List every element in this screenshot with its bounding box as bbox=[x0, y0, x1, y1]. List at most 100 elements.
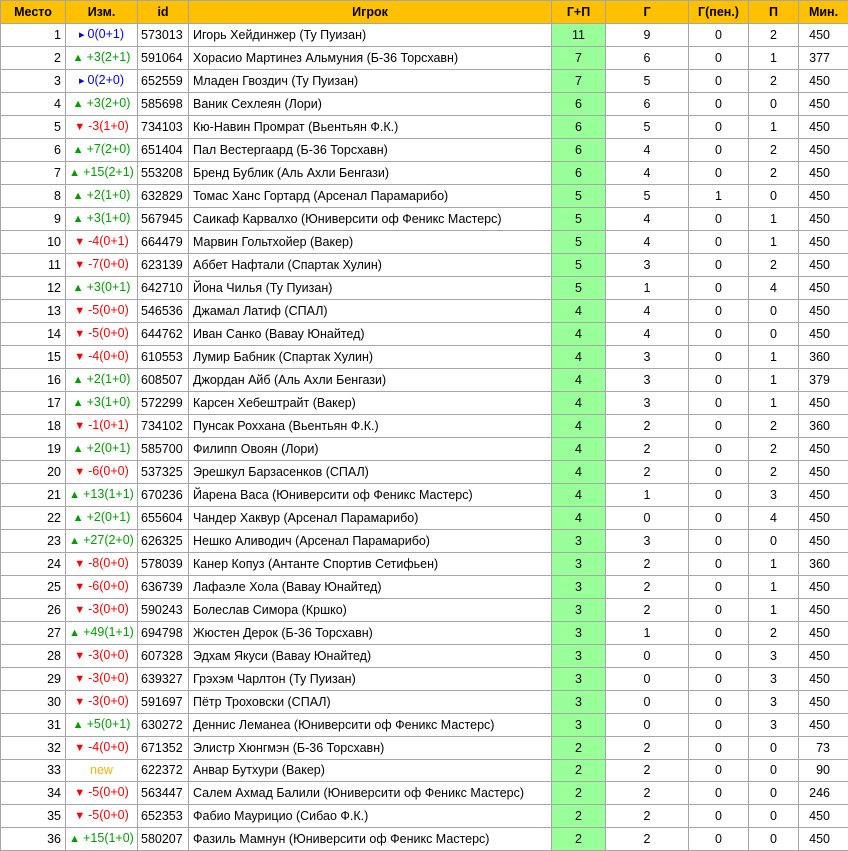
change-value: -4(0+0) bbox=[88, 349, 129, 363]
cell-goals-assists: 3 bbox=[552, 576, 606, 599]
cell-change: ▼ -6(0+0) bbox=[66, 576, 138, 599]
table-row[interactable]: 14▼ -5(0+0)644762Иван Санко (Вавау Юнайт… bbox=[1, 323, 848, 346]
arrow-up-icon: ▲ bbox=[73, 98, 87, 110]
table-row[interactable]: 18▼ -1(0+1)734102Пунсак Роххана (Вьентья… bbox=[1, 415, 848, 438]
table-row[interactable]: 33new622372Анвар Бутхури (Вакер)220090 bbox=[1, 760, 848, 782]
cell-minutes: 450 bbox=[799, 116, 848, 139]
cell-assists: 0 bbox=[749, 93, 799, 116]
cell-place: 29 bbox=[1, 668, 66, 691]
col-header-change[interactable]: Изм. bbox=[66, 1, 138, 24]
table-row[interactable]: 11▼ -7(0+0)623139Аббет Нафтали (Спартак … bbox=[1, 254, 848, 277]
change-indicator: ▼ -3(1+0) bbox=[74, 119, 129, 133]
cell-change: ▲ +3(0+1) bbox=[66, 277, 138, 300]
table-row[interactable]: 3▸ 0(2+0)652559Младен Гвоздич (Ту Пуизан… bbox=[1, 70, 848, 93]
cell-penalty-goals: 0 bbox=[689, 461, 749, 484]
cell-place: 3 bbox=[1, 70, 66, 93]
cell-player: Чандер Хаквур (Арсенал Парамарибо) bbox=[189, 507, 552, 530]
col-header-assists[interactable]: П bbox=[749, 1, 799, 24]
arrow-up-icon: ▲ bbox=[73, 144, 87, 156]
table-row[interactable]: 31▲ +5(0+1)630272Деннис Леманеа (Юниверс… bbox=[1, 714, 848, 737]
cell-penalty-goals: 0 bbox=[689, 162, 749, 185]
cell-player: Йарена Васа (Юниверсити оф Феникс Мастер… bbox=[189, 484, 552, 507]
cell-player: Фабио Маурицио (Сибао Ф.К.) bbox=[189, 805, 552, 828]
table-row[interactable]: 12▲ +3(0+1)642710Йона Чилья (Ту Пуизан)5… bbox=[1, 277, 848, 300]
cell-minutes: 246 bbox=[799, 782, 848, 805]
table-row[interactable]: 29▼ -3(0+0)639327Грэхэм Чарлтон (Ту Пуиз… bbox=[1, 668, 848, 691]
cell-id: 652559 bbox=[138, 70, 189, 93]
col-header-id[interactable]: id bbox=[138, 1, 189, 24]
table-row[interactable]: 32▼ -4(0+0)671352Элистр Хюнгмэн (Б-36 То… bbox=[1, 737, 848, 760]
table-row[interactable]: 19▲ +2(0+1)585700Филипп Овоян (Лори)4202… bbox=[1, 438, 848, 461]
table-row[interactable]: 4▲ +3(2+0)585698Ваник Сехлеян (Лори)6600… bbox=[1, 93, 848, 116]
change-value: +3(2+1) bbox=[87, 50, 131, 64]
cell-id: 585700 bbox=[138, 438, 189, 461]
change-indicator: ▲ +2(1+0) bbox=[73, 188, 131, 202]
cell-goals-assists: 3 bbox=[552, 622, 606, 645]
change-indicator: ▸ 0(0+1) bbox=[79, 27, 124, 41]
col-header-penalty-goals[interactable]: Г(пен.) bbox=[689, 1, 749, 24]
cell-player: Бренд Бублик (Аль Ахли Бенгази) bbox=[189, 162, 552, 185]
table-row[interactable]: 21▲ +13(1+1)670236Йарена Васа (Юниверсит… bbox=[1, 484, 848, 507]
cell-place: 27 bbox=[1, 622, 66, 645]
cell-assists: 1 bbox=[749, 346, 799, 369]
cell-assists: 0 bbox=[749, 805, 799, 828]
col-header-goals[interactable]: Г bbox=[606, 1, 689, 24]
cell-place: 31 bbox=[1, 714, 66, 737]
col-header-goals-assists[interactable]: Г+П bbox=[552, 1, 606, 24]
change-indicator: ▼ -7(0+0) bbox=[74, 257, 129, 271]
table-row[interactable]: 28▼ -3(0+0)607328Эдхам Якуси (Вавау Юнай… bbox=[1, 645, 848, 668]
cell-penalty-goals: 0 bbox=[689, 139, 749, 162]
table-row[interactable]: 5▼ -3(1+0)734103Кю-Навин Промрат (Вьенть… bbox=[1, 116, 848, 139]
cell-goals-assists: 4 bbox=[552, 438, 606, 461]
table-row[interactable]: 13▼ -5(0+0)546536Джамал Латиф (СПАЛ)4400… bbox=[1, 300, 848, 323]
col-header-minutes[interactable]: Мин. bbox=[799, 1, 848, 24]
cell-place: 24 bbox=[1, 553, 66, 576]
table-row[interactable]: 15▼ -4(0+0)610553Лумир Бабник (Спартак Х… bbox=[1, 346, 848, 369]
cell-player: Канер Копуз (Антанте Спортив Сетифьен) bbox=[189, 553, 552, 576]
table-row[interactable]: 17▲ +3(1+0)572299Карсен Хебештрайт (Ваке… bbox=[1, 392, 848, 415]
table-row[interactable]: 24▼ -8(0+0)578039Канер Копуз (Антанте Сп… bbox=[1, 553, 848, 576]
table-row[interactable]: 23▲ +27(2+0)626325Нешко Аливодич (Арсена… bbox=[1, 530, 848, 553]
cell-player: Анвар Бутхури (Вакер) bbox=[189, 760, 552, 782]
table-row[interactable]: 1▸ 0(0+1)573013Игорь Хейдинжер (Ту Пуиза… bbox=[1, 24, 848, 47]
cell-id: 651404 bbox=[138, 139, 189, 162]
table-row[interactable]: 30▼ -3(0+0)591697Пётр Троховски (СПАЛ)30… bbox=[1, 691, 848, 714]
cell-goals-assists: 4 bbox=[552, 346, 606, 369]
table-row[interactable]: 16▲ +2(1+0)608507Джордан Айб (Аль Ахли Б… bbox=[1, 369, 848, 392]
table-row[interactable]: 2▲ +3(2+1)591064Хорасио Мартинез Альмуни… bbox=[1, 47, 848, 70]
cell-id: 734102 bbox=[138, 415, 189, 438]
table-row[interactable]: 9▲ +3(1+0)567945Саикаф Карвалхо (Юниверс… bbox=[1, 208, 848, 231]
cell-id: 578039 bbox=[138, 553, 189, 576]
cell-place: 28 bbox=[1, 645, 66, 668]
cell-goals: 5 bbox=[606, 70, 689, 93]
cell-change: ▼ -4(0+0) bbox=[66, 346, 138, 369]
table-row[interactable]: 25▼ -6(0+0)636739Лафаэле Хола (Вавау Юна… bbox=[1, 576, 848, 599]
change-value: 0(2+0) bbox=[88, 73, 124, 87]
cell-minutes: 450 bbox=[799, 622, 848, 645]
table-row[interactable]: 26▼ -3(0+0)590243Болеслав Симора (Кршко)… bbox=[1, 599, 848, 622]
col-header-player[interactable]: Игрок bbox=[189, 1, 552, 24]
table-row[interactable]: 6▲ +7(2+0)651404Пал Вестергаард (Б-36 То… bbox=[1, 139, 848, 162]
table-row[interactable]: 27▲ +49(1+1)694798Жюстен Дерок (Б-36 Тор… bbox=[1, 622, 848, 645]
table-row[interactable]: 35▼ -5(0+0)652353Фабио Маурицио (Сибао Ф… bbox=[1, 805, 848, 828]
cell-minutes: 450 bbox=[799, 24, 848, 47]
cell-minutes: 450 bbox=[799, 714, 848, 737]
table-row[interactable]: 7▲ +15(2+1)553208Бренд Бублик (Аль Ахли … bbox=[1, 162, 848, 185]
cell-change: new bbox=[66, 760, 138, 782]
table-row[interactable]: 20▼ -6(0+0)537325Эрешкул Барзасенков (СП… bbox=[1, 461, 848, 484]
arrow-up-icon: ▲ bbox=[69, 833, 83, 845]
table-row[interactable]: 22▲ +2(0+1)655604Чандер Хаквур (Арсенал … bbox=[1, 507, 848, 530]
table-row[interactable]: 36▲ +15(1+0)580207Фазиль Мамнун (Юниверс… bbox=[1, 828, 848, 851]
table-row[interactable]: 10▼ -4(0+1)664479Марвин Гольтхойер (Ваке… bbox=[1, 231, 848, 254]
table-row[interactable]: 34▼ -5(0+0)563447Салем Ахмад Балили (Юни… bbox=[1, 782, 848, 805]
table-row[interactable]: 8▲ +2(1+0)632829Томас Ханс Гортард (Арсе… bbox=[1, 185, 848, 208]
cell-minutes: 450 bbox=[799, 438, 848, 461]
cell-goals: 2 bbox=[606, 805, 689, 828]
cell-assists: 3 bbox=[749, 484, 799, 507]
cell-goals-assists: 2 bbox=[552, 805, 606, 828]
arrow-up-icon: ▲ bbox=[73, 282, 87, 294]
cell-goals: 2 bbox=[606, 760, 689, 782]
col-header-place[interactable]: Место bbox=[1, 1, 66, 24]
cell-player: Ваник Сехлеян (Лори) bbox=[189, 93, 552, 116]
arrow-down-icon: ▼ bbox=[74, 604, 88, 616]
